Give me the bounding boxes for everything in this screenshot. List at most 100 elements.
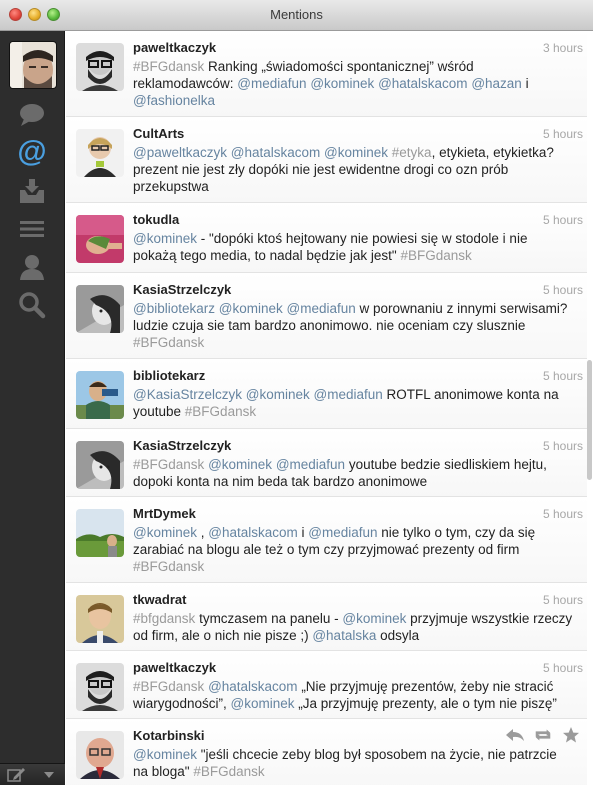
tweet-time[interactable]: 3 hours: [543, 41, 583, 55]
mention-link[interactable]: @kominek: [208, 457, 272, 472]
tweet-author[interactable]: paweltkaczyk: [133, 660, 216, 675]
tweet-text: @KasiaStrzelczyk @kominek @mediafun ROTF…: [133, 386, 573, 420]
tweet-text: @bibliotekarz @kominek @mediafun w porow…: [133, 300, 573, 351]
tweet[interactable]: tokudla 5 hours @kominek - "dopóki ktoś …: [66, 203, 587, 273]
tweet-author[interactable]: Kotarbinski: [133, 728, 205, 743]
inbox-download-icon[interactable]: [16, 177, 48, 205]
tweet[interactable]: Kotarbinski @kominek "jeśli chcecie zeby…: [66, 719, 587, 785]
tweet-author[interactable]: paweltkaczyk: [133, 40, 216, 55]
hashtag-link[interactable]: #BFGdansk: [133, 59, 204, 74]
tweet[interactable]: paweltkaczyk 3 hours #BFGdansk Ranking „…: [66, 31, 587, 117]
tweet-time[interactable]: 5 hours: [543, 593, 583, 607]
at-sign-icon[interactable]: @: [16, 137, 48, 167]
avatar[interactable]: [76, 509, 124, 557]
avatar[interactable]: [76, 129, 124, 177]
tweet[interactable]: MrtDymek 5 hours @kominek , @hatalskacom…: [66, 497, 587, 583]
tweet-text: #BFGdansk @hatalskacom „Nie przyjmuję pr…: [133, 678, 573, 712]
tweet-author[interactable]: KasiaStrzelczyk: [133, 438, 231, 453]
tweet-text-segment: ,: [196, 525, 209, 540]
speech-bubble-icon[interactable]: [16, 101, 48, 129]
mentions-timeline[interactable]: paweltkaczyk 3 hours #BFGdansk Ranking „…: [66, 31, 593, 785]
mention-link[interactable]: @kominek: [133, 231, 197, 246]
tweet-author[interactable]: KasiaStrzelczyk: [133, 282, 231, 297]
avatar[interactable]: [76, 371, 124, 419]
mention-link[interactable]: @mediafun: [287, 301, 356, 316]
tweet-text: @paweltkaczyk @hatalskacom @kominek #ety…: [133, 144, 573, 195]
mention-link[interactable]: @mediafun: [308, 525, 377, 540]
mention-link[interactable]: @kominek: [133, 525, 197, 540]
hashtag-link[interactable]: #BFGdansk: [133, 559, 204, 574]
avatar[interactable]: [76, 731, 124, 779]
hashtag-link[interactable]: #BFGdansk: [193, 764, 264, 779]
tweet-time[interactable]: 5 hours: [543, 369, 583, 383]
window-title: Mentions: [270, 7, 323, 22]
avatar[interactable]: [76, 595, 124, 643]
mention-link[interactable]: @fashionelka: [133, 93, 215, 108]
tweet-text-segment: tymczasem na panelu -: [195, 611, 343, 626]
mention-link[interactable]: @hatalska: [312, 628, 376, 643]
mention-link[interactable]: @hatalskacom: [378, 76, 468, 91]
hashtag-link[interactable]: #BFGdansk: [133, 679, 204, 694]
tweet-time[interactable]: 5 hours: [543, 439, 583, 453]
tweet-actions: [505, 725, 581, 745]
mention-link[interactable]: @kominek: [246, 387, 310, 402]
mention-link[interactable]: @kominek: [219, 301, 283, 316]
retweet-icon[interactable]: [533, 725, 553, 745]
avatar[interactable]: [76, 663, 124, 711]
hashtag-link[interactable]: #etyka: [392, 145, 432, 160]
tweet-author[interactable]: MrtDymek: [133, 506, 196, 521]
hashtag-link[interactable]: #BFGdansk: [400, 248, 471, 263]
avatar[interactable]: [76, 215, 124, 263]
mention-link[interactable]: @hatalskacom: [231, 145, 321, 160]
avatar[interactable]: [76, 285, 124, 333]
avatar[interactable]: [76, 43, 124, 91]
tweet-time[interactable]: 5 hours: [543, 507, 583, 521]
mention-link[interactable]: @bibliotekarz: [133, 301, 215, 316]
compose-tweet-button[interactable]: [6, 767, 26, 783]
tweet[interactable]: KasiaStrzelczyk 5 hours @bibliotekarz @k…: [66, 273, 587, 359]
favorite-star-icon[interactable]: [561, 725, 581, 745]
mention-link[interactable]: @hazan: [471, 76, 522, 91]
search-icon[interactable]: [16, 291, 48, 319]
hashtag-link[interactable]: #BFGdansk: [185, 404, 256, 419]
tweet[interactable]: tkwadrat 5 hours #bfgdansk tymczasem na …: [66, 583, 587, 651]
mention-link[interactable]: @hatalskacom: [208, 679, 298, 694]
hashtag-link[interactable]: #BFGdansk: [133, 457, 204, 472]
tweet-time[interactable]: 5 hours: [543, 127, 583, 141]
profile-icon[interactable]: [16, 253, 48, 281]
tweet-author[interactable]: bibliotekarz: [133, 368, 205, 383]
mention-link[interactable]: @kominek: [342, 611, 406, 626]
avatar[interactable]: [76, 441, 124, 489]
chevron-down-icon[interactable]: [40, 768, 58, 782]
tweet[interactable]: CultArts 5 hours @paweltkaczyk @hatalska…: [66, 117, 587, 203]
mention-link[interactable]: @kominek: [133, 747, 197, 762]
title-bar[interactable]: Mentions: [0, 0, 593, 31]
mention-link[interactable]: @kominek: [231, 696, 295, 711]
list-icon[interactable]: [16, 215, 48, 243]
mention-link[interactable]: @paweltkaczyk: [133, 145, 227, 160]
timeline-scrollbar[interactable]: [587, 360, 592, 480]
mention-link[interactable]: @KasiaStrzelczyk: [133, 387, 242, 402]
tweet-time[interactable]: 5 hours: [543, 661, 583, 675]
mention-link[interactable]: @hatalskacom: [208, 525, 298, 540]
tweet-author[interactable]: tkwadrat: [133, 592, 186, 607]
reply-icon[interactable]: [505, 725, 525, 745]
hashtag-link[interactable]: #bfgdansk: [133, 611, 195, 626]
hashtag-link[interactable]: #BFGdansk: [133, 335, 204, 350]
tweet[interactable]: bibliotekarz 5 hours @KasiaStrzelczyk @k…: [66, 359, 587, 429]
tweet-text-segment: odsyla: [376, 628, 420, 643]
tweet[interactable]: KasiaStrzelczyk 5 hours #BFGdansk @komin…: [66, 429, 587, 497]
tweet-author[interactable]: tokudla: [133, 212, 179, 227]
tweet-text-segment: i: [297, 525, 309, 540]
tweet[interactable]: paweltkaczyk 5 hours #BFGdansk @hatalska…: [66, 651, 587, 719]
mention-link[interactable]: @mediafun: [276, 457, 345, 472]
mention-link[interactable]: @mediafun: [314, 387, 383, 402]
mention-link[interactable]: @kominek: [324, 145, 388, 160]
tweet-author[interactable]: CultArts: [133, 126, 184, 141]
mention-link[interactable]: @kominek: [310, 76, 374, 91]
mention-link[interactable]: @mediafun: [237, 76, 306, 91]
tweet-time[interactable]: 5 hours: [543, 283, 583, 297]
tweet-time[interactable]: 5 hours: [543, 213, 583, 227]
account-avatar[interactable]: [9, 41, 57, 89]
tweet-text-segment: i: [521, 76, 529, 91]
